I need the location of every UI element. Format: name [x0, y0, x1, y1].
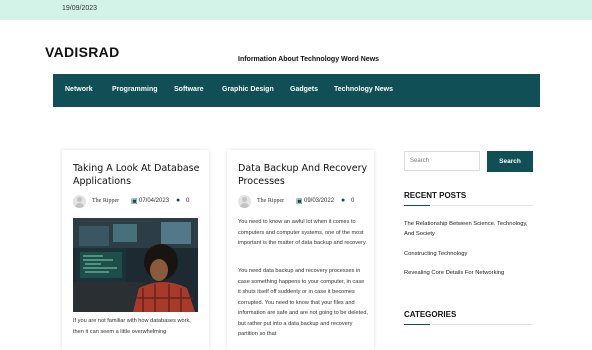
- calendar-icon: ▣: [296, 198, 303, 205]
- widget-divider: [404, 324, 533, 325]
- search-input[interactable]: Search: [404, 151, 480, 171]
- avatar: [73, 195, 86, 208]
- post-excerpt-continued: You need data backup and recovery proces…: [238, 268, 368, 337]
- recent-posts-title: RECENT POSTS: [404, 191, 467, 200]
- comment-count[interactable]: 0: [186, 198, 189, 204]
- post-thumbnail[interactable]: [73, 218, 198, 312]
- nav-item-technology-news[interactable]: Technology News: [334, 86, 393, 93]
- post-excerpt: You need to know an awful lot when it co…: [238, 219, 367, 246]
- post-card: Taking A Look At Database Applications T…: [62, 150, 209, 350]
- widget-divider: [404, 205, 533, 206]
- post-title[interactable]: Data Backup And Recovery Processes: [238, 162, 368, 188]
- recent-post-link[interactable]: The Relationship Between Science, Techno…: [404, 219, 539, 239]
- main-navigation: Network Programming Software Graphic Des…: [53, 74, 540, 107]
- post-excerpt: If you are not familiar with how databas…: [73, 318, 191, 335]
- site-title[interactable]: VADISRAD: [45, 44, 119, 60]
- calendar-icon: ▣: [131, 198, 138, 205]
- nav-item-software[interactable]: Software: [174, 86, 204, 93]
- top-bar: 19/09/2023: [0, 0, 592, 20]
- post-date[interactable]: 07/04/2023: [139, 198, 169, 204]
- recent-post-link[interactable]: Constructing Technology: [404, 249, 539, 259]
- post-card: Data Backup And Recovery Processes The R…: [227, 150, 374, 350]
- post-author[interactable]: The Ripper: [92, 198, 119, 204]
- post-title[interactable]: Taking A Look At Database Applications: [73, 162, 203, 188]
- post-author[interactable]: The Ripper: [257, 198, 284, 204]
- categories-title: CATEGORIES: [404, 310, 457, 319]
- recent-post-link[interactable]: Revealing Core Details For Networking: [404, 268, 539, 278]
- comment-icon: ●: [176, 197, 181, 204]
- nav-item-graphic-design[interactable]: Graphic Design: [222, 86, 274, 93]
- avatar: [238, 195, 251, 208]
- site-tagline: Information About Technology Word News: [238, 56, 380, 63]
- comment-count[interactable]: 0: [351, 198, 354, 204]
- post-date[interactable]: 09/03/2022: [304, 198, 334, 204]
- nav-item-gadgets[interactable]: Gadgets: [290, 86, 318, 93]
- comment-icon: ●: [341, 197, 346, 204]
- current-date: 19/09/2023: [62, 5, 98, 12]
- search-button[interactable]: Search: [487, 151, 533, 172]
- nav-item-programming[interactable]: Programming: [112, 86, 158, 93]
- nav-item-network[interactable]: Network: [65, 86, 93, 93]
